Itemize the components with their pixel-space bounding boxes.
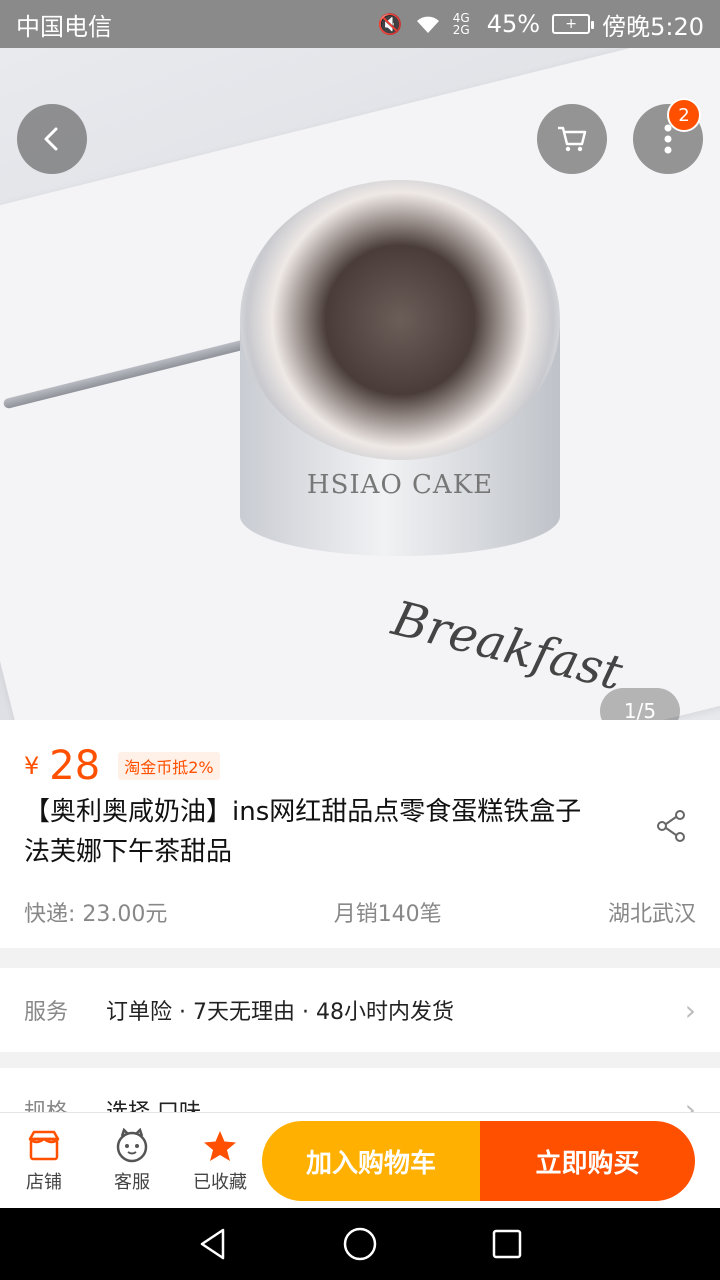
tin-label: HSIAO CAKE [306,470,494,500]
chevron-right-icon: › [684,1093,696,1112]
status-bar: 中国电信 🔇 4G 2G 45% + 傍晚5:20 [0,0,720,48]
price: 28 [49,743,101,789]
chevron-right-icon: › [684,993,696,1027]
nav-recent-button[interactable] [483,1220,531,1268]
image-pager: 1/5 [600,688,680,720]
back-button[interactable] [17,104,87,174]
battery-percent: 45% [486,10,541,38]
product-title: 【奥利奥咸奶油】ins网红甜品点零食蛋糕铁盒子法芙娜下午茶甜品 [24,797,582,867]
more-button[interactable]: 2 [633,98,703,174]
price-symbol: ¥ [24,752,40,780]
back-icon [44,127,58,151]
shop-icon [28,1130,60,1160]
clock: 傍晚5:20 [602,12,704,41]
nav-back-icon [201,1228,225,1260]
product-info: ¥ 28 淘金币抵2% 【奥利奥咸奶油】ins网红甜品点零食蛋糕铁盒子法芙娜下午… [0,720,720,948]
wifi-icon [416,16,439,33]
shop-tab[interactable]: 店铺 [0,1128,88,1194]
shop-label: 店铺 [26,1171,62,1193]
service-label: 服务 [24,1000,69,1025]
share-icon [657,810,685,842]
share-button[interactable] [652,806,692,846]
cart-button[interactable] [537,104,607,174]
service-row[interactable]: 服务 订单险 · 7天无理由 · 48小时内发货 › [0,968,720,1052]
coin-tag: 淘金币抵2% [118,752,220,780]
signal-indicator: 4G 2G [452,11,470,37]
nav-home-button[interactable] [336,1220,384,1268]
price-row: ¥ 28 淘金币抵2% [24,746,220,786]
customer-service-tab[interactable]: 客服 [88,1127,176,1194]
spec-label: 规格 [24,1094,106,1112]
ship-location: 湖北武汉 [607,902,696,927]
system-nav-bar [0,1208,720,1280]
product-image[interactable]: HSIAO CAKE Breakfast 2 1/5 [0,48,720,720]
nav-back-button[interactable] [189,1220,237,1268]
buy-now-button[interactable]: 立即购买 [480,1121,695,1201]
add-to-cart-button[interactable]: 加入购物车 [262,1121,480,1201]
spec-text: 选择 口味 [106,1094,685,1112]
nav-home-icon [343,1227,377,1261]
action-bar: 店铺 客服 已收藏 加入购物车 立即购买 [0,1112,720,1208]
service-text: 订单险 · 7天无理由 · 48小时内发货 [106,1000,454,1025]
cake-tin: HSIAO CAKE [240,180,560,560]
notification-badge: 2 [667,98,701,132]
nav-recent-icon [492,1229,521,1259]
favorite-label: 已收藏 [193,1171,247,1193]
mute-icon: 🔇 [377,12,403,36]
shipping-fee: 快递: 23.00元 [24,902,168,927]
customer-service-icon [116,1127,148,1162]
battery-icon: + [552,14,595,34]
spec-row[interactable]: 规格 选择 口味 › [0,1068,720,1112]
star-icon [204,1130,236,1161]
customer-service-label: 客服 [114,1171,150,1193]
cart-icon [558,126,587,152]
carrier-name: 中国电信 [16,12,112,41]
monthly-sales: 月销140笔 [333,902,442,927]
meta-row: 快递: 23.00元 月销140笔 湖北武汉 [24,896,696,928]
favorite-tab[interactable]: 已收藏 [176,1128,264,1194]
